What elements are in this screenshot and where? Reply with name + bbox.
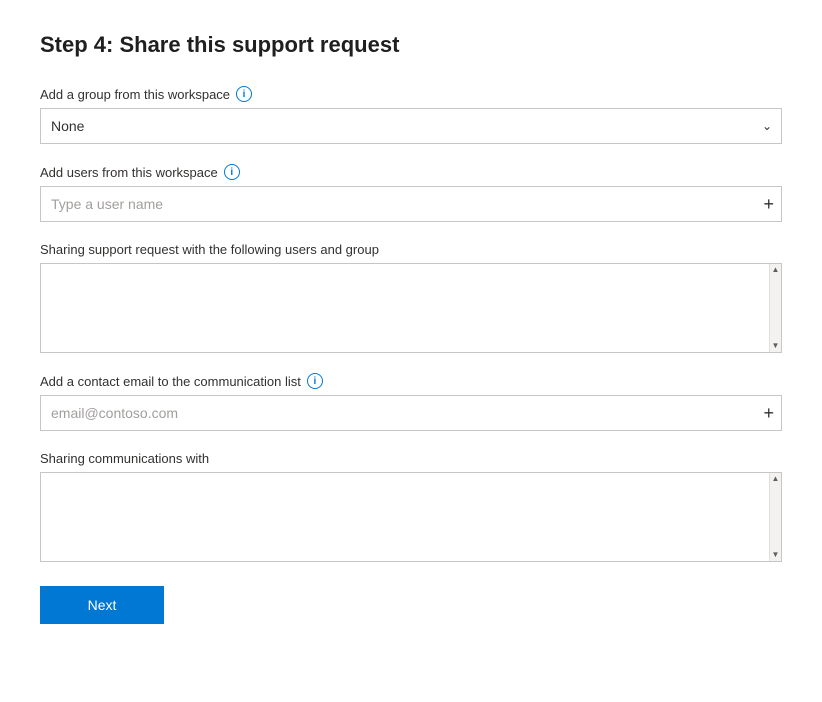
add-email-button[interactable]: + — [763, 404, 774, 422]
group-dropdown[interactable]: None — [40, 108, 782, 144]
bottom-actions: Next — [40, 586, 782, 624]
page-title: Step 4: Share this support request — [40, 32, 782, 58]
username-input[interactable] — [40, 186, 782, 222]
sharing-users-box: ▲ ▼ — [40, 263, 782, 353]
email-info-icon[interactable]: i — [307, 373, 323, 389]
group-info-icon[interactable]: i — [236, 86, 252, 102]
email-label: Add a contact email to the communication… — [40, 373, 782, 389]
group-dropdown-wrapper: None ⌄ — [40, 108, 782, 144]
scroll-down-icon[interactable]: ▼ — [772, 342, 780, 350]
group-label: Add a group from this workspace i — [40, 86, 782, 102]
plus-icon: + — [763, 195, 774, 213]
email-input-wrapper: + — [40, 395, 782, 431]
sharing-comms-label: Sharing communications with — [40, 451, 782, 466]
scroll-up-icon[interactable]: ▲ — [772, 475, 780, 483]
plus-icon: + — [763, 404, 774, 422]
scroll-up-icon[interactable]: ▲ — [772, 266, 780, 274]
sharing-comms-box: ▲ ▼ — [40, 472, 782, 562]
sharing-users-section: Sharing support request with the followi… — [40, 242, 782, 353]
group-section: Add a group from this workspace i None ⌄ — [40, 86, 782, 144]
email-section: Add a contact email to the communication… — [40, 373, 782, 431]
users-input-wrapper: + — [40, 186, 782, 222]
sharing-comms-section: Sharing communications with ▲ ▼ — [40, 451, 782, 562]
add-user-button[interactable]: + — [763, 195, 774, 213]
next-button[interactable]: Next — [40, 586, 164, 624]
sharing-users-scrollbar[interactable]: ▲ ▼ — [769, 264, 781, 352]
users-info-icon[interactable]: i — [224, 164, 240, 180]
sharing-users-label: Sharing support request with the followi… — [40, 242, 782, 257]
users-section: Add users from this workspace i + — [40, 164, 782, 222]
email-input[interactable] — [40, 395, 782, 431]
users-label: Add users from this workspace i — [40, 164, 782, 180]
scroll-down-icon[interactable]: ▼ — [772, 551, 780, 559]
sharing-comms-scrollbar[interactable]: ▲ ▼ — [769, 473, 781, 561]
